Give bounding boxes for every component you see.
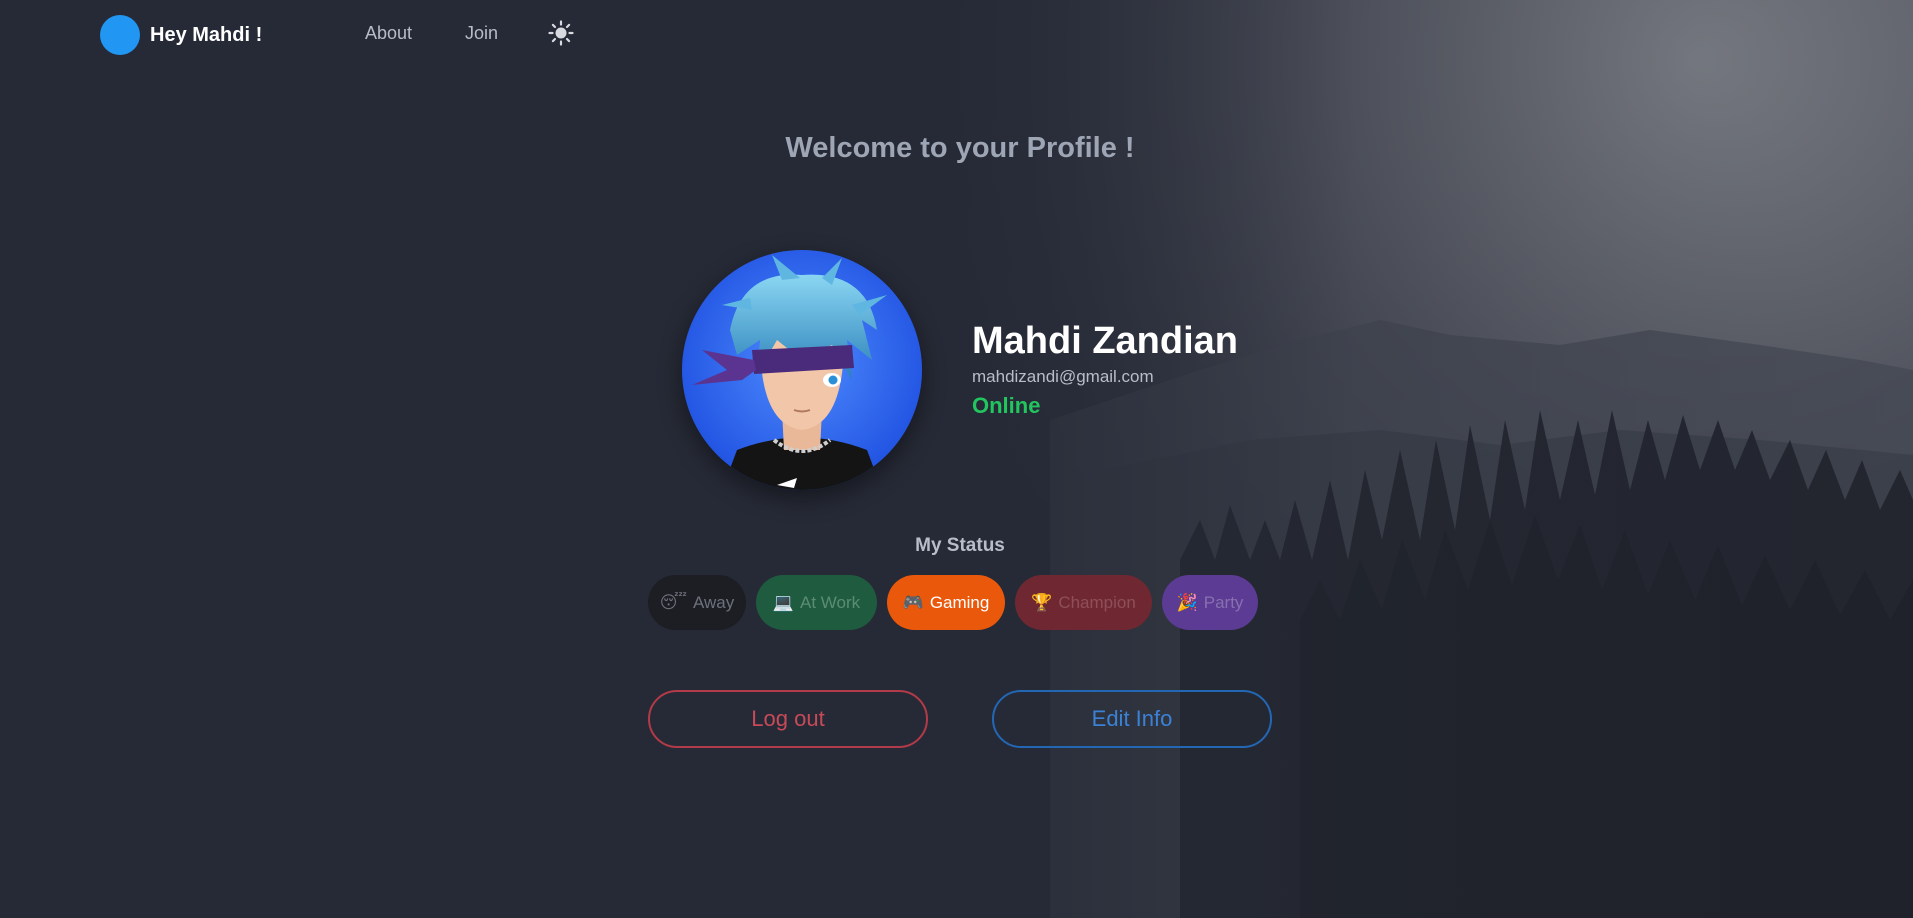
presence-status: Online	[972, 393, 1041, 418]
status-chip-champion[interactable]: 🏆 Champion	[1015, 575, 1152, 630]
status-heading: My Status	[915, 535, 1005, 556]
status-chip-label: Gaming	[929, 592, 990, 612]
status-chip-label: Away	[693, 592, 735, 612]
status-chip-party[interactable]: 🎉 Party	[1162, 575, 1258, 630]
profile-email: mahdizandi@gmail.com	[972, 367, 1154, 386]
laptop-icon: 💻	[772, 592, 795, 613]
navbar: Hey Mahdi ! About Join	[0, 0, 1913, 70]
status-chip-label: Party	[1203, 592, 1244, 612]
status-chip-label: Champion	[1058, 592, 1136, 612]
brand-title: Hey Mahdi !	[150, 23, 263, 46]
status-chip-at-work[interactable]: 💻 At Work	[756, 575, 877, 630]
anime-character-avatar-icon	[682, 250, 922, 490]
profile-name: Mahdi Zandian	[972, 320, 1238, 362]
party-popper-icon: 🎉	[1176, 592, 1198, 613]
status-options: 😴 Away 💻 At Work 🎮 Gaming 🏆 Champion 🎉 P…	[648, 575, 1268, 630]
logout-button[interactable]: Log out	[648, 690, 928, 748]
status-chip-label: At Work	[800, 592, 861, 612]
nav-link-join[interactable]: Join	[465, 23, 498, 44]
page-title: Welcome to your Profile !	[785, 132, 1135, 164]
profile-info: Mahdi Zandian mahdizandi@gmail.com Onlin…	[972, 318, 1238, 420]
status-chip-gaming[interactable]: 🎮 Gaming	[887, 575, 1005, 630]
brand-avatar	[100, 15, 140, 55]
trophy-icon: 🏆	[1031, 592, 1053, 613]
profile-avatar	[682, 250, 922, 490]
edit-info-button[interactable]: Edit Info	[992, 690, 1272, 748]
sleepy-face-icon: 😴	[659, 592, 687, 613]
nav-link-about[interactable]: About	[365, 23, 412, 44]
brand-link[interactable]: Hey Mahdi !	[100, 15, 262, 55]
game-controller-icon: 🎮	[902, 592, 924, 613]
sun-icon[interactable]	[548, 20, 574, 46]
status-chip-away[interactable]: 😴 Away	[648, 575, 746, 630]
